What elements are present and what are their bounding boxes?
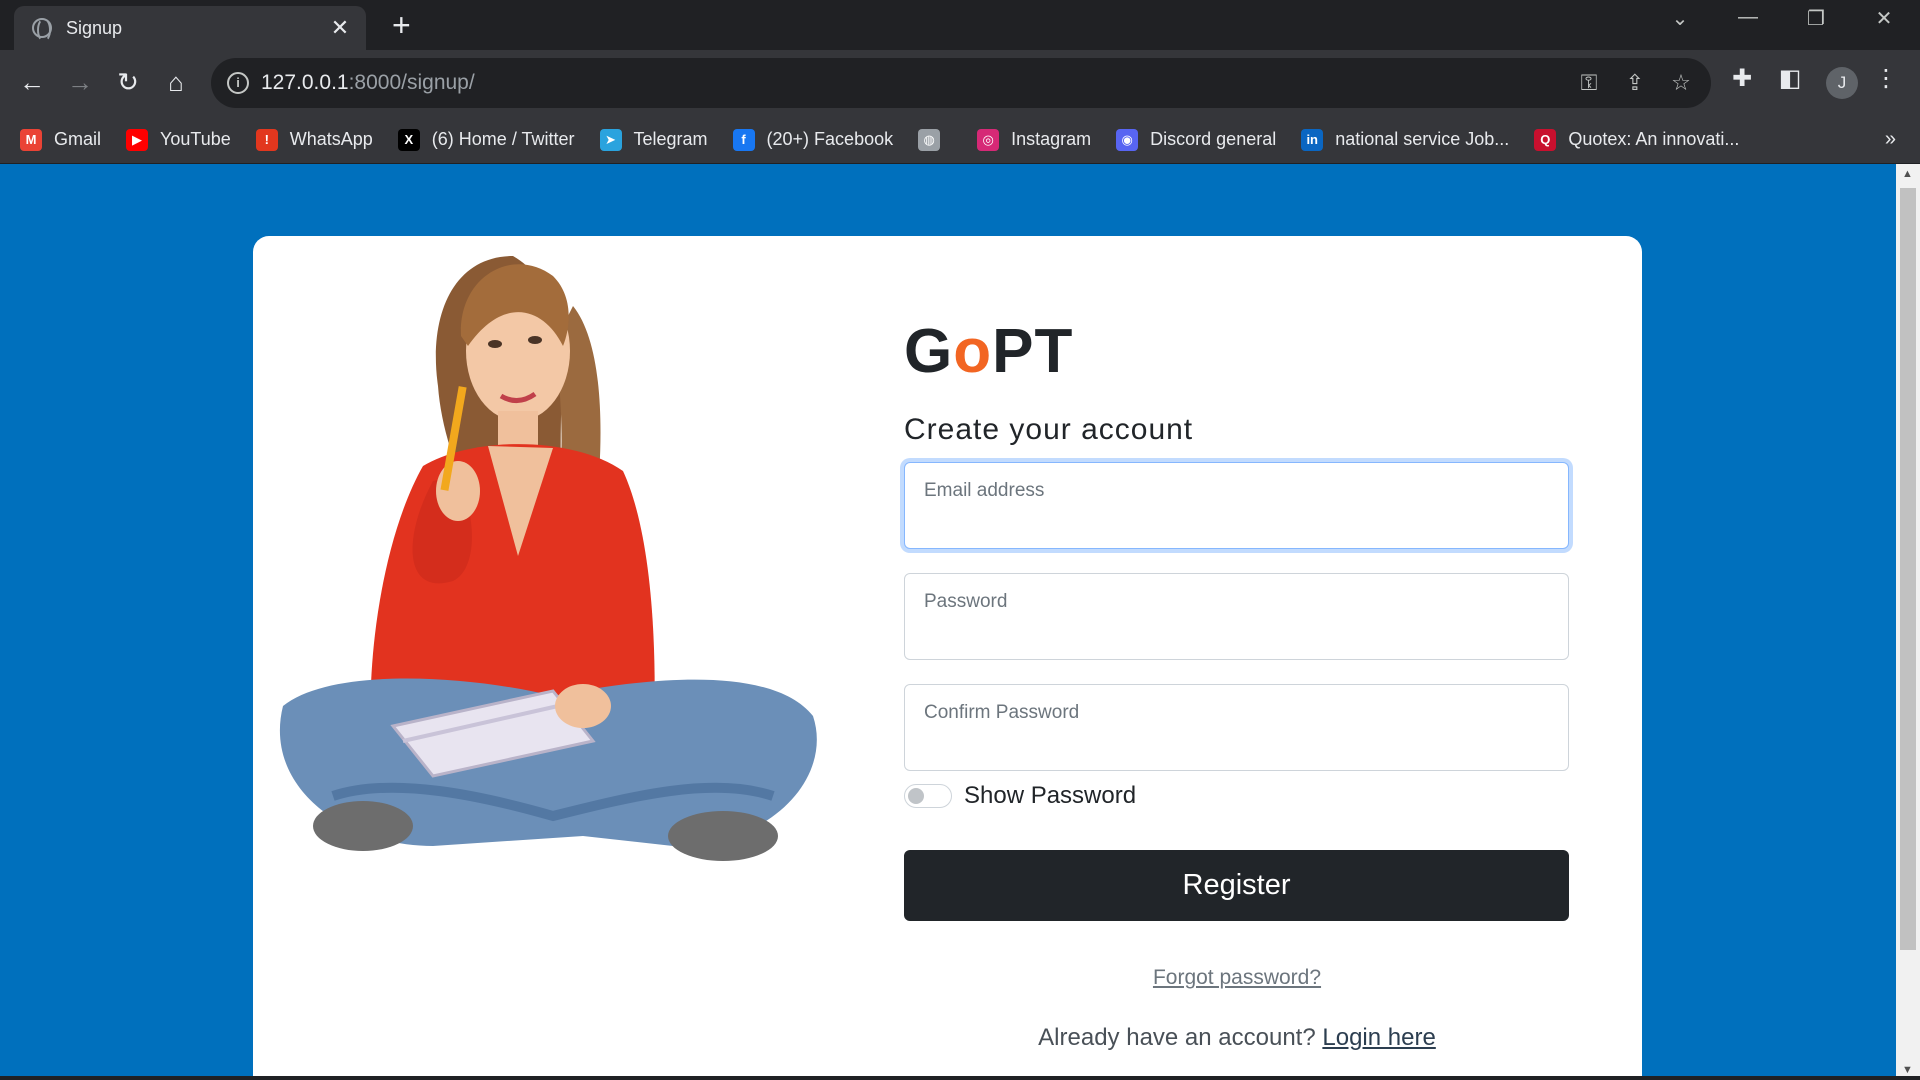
window-bottom-border xyxy=(0,1076,1920,1080)
bookmark-item[interactable]: ! WhatsApp xyxy=(255,128,373,151)
profile-avatar[interactable]: J xyxy=(1826,67,1858,99)
page-viewport: GoPT Create your account Email address P… xyxy=(0,164,1896,1076)
bookmark-item[interactable]: ◎ Instagram xyxy=(977,128,1092,151)
forgot-password-row: Forgot password? xyxy=(904,966,1570,990)
bookmark-item[interactable]: X (6) Home / Twitter xyxy=(397,128,575,151)
show-password-toggle[interactable] xyxy=(904,784,952,808)
share-icon[interactable]: ⇪ xyxy=(1621,70,1649,96)
key-icon[interactable]: ⚿ xyxy=(1575,70,1603,96)
bookmark-label: Gmail xyxy=(54,129,102,149)
bookmark-label: WhatsApp xyxy=(289,129,373,149)
password-field[interactable]: Password xyxy=(904,573,1569,660)
bookmark-label: (6) Home / Twitter xyxy=(431,129,575,149)
scroll-down-icon[interactable]: ▼ xyxy=(1902,1064,1913,1076)
window-close-button[interactable]: ✕ xyxy=(1864,6,1904,31)
globe-icon xyxy=(32,18,52,42)
bookmark-label: Instagram xyxy=(1011,129,1092,149)
tab-strip: Signup ✕ + ⌄ — ❐ ✕ xyxy=(0,0,1920,50)
youtube-icon: ▶ xyxy=(126,128,149,151)
tab-title: Signup xyxy=(66,17,123,38)
show-password-row: Show Password xyxy=(904,782,1570,810)
already-have-account-text: Already have an account? xyxy=(1038,1024,1316,1051)
more-bookmarks-icon[interactable]: » xyxy=(1885,128,1896,151)
restore-button[interactable]: ❐ xyxy=(1796,6,1836,31)
bookmark-label: Quotex: An innovati... xyxy=(1568,129,1740,149)
password-placeholder: Password xyxy=(924,591,1008,612)
email-field[interactable]: Email address xyxy=(904,462,1569,549)
quotex-icon: Q xyxy=(1534,128,1557,151)
minimize-button[interactable]: — xyxy=(1728,6,1768,29)
brand-suffix: PT xyxy=(992,317,1074,386)
bookmark-label: YouTube xyxy=(160,129,231,149)
signup-card: GoPT Create your account Email address P… xyxy=(253,236,1642,1076)
url-text[interactable]: 127.0.0.1:8000/signup/ xyxy=(261,71,475,95)
bookmark-label: Telegram xyxy=(633,129,708,149)
forgot-password-link[interactable]: Forgot password? xyxy=(1153,966,1321,989)
telegram-icon: ➤ xyxy=(599,128,622,151)
globe-icon: ◍ xyxy=(918,128,941,151)
menu-kebab-icon[interactable]: ⋮ xyxy=(1868,64,1904,93)
bookmark-item[interactable]: ➤ Telegram xyxy=(599,128,708,151)
scroll-up-icon[interactable]: ▲ xyxy=(1902,168,1913,180)
page-scrollbar[interactable]: ▲ ▼ xyxy=(1896,164,1920,1080)
bookmark-label: national service Job... xyxy=(1335,129,1510,149)
back-arrow-icon[interactable]: ← xyxy=(14,64,50,100)
bookmark-label: (20+) Facebook xyxy=(766,129,894,149)
tab-search-icon[interactable]: ⌄ xyxy=(1660,6,1700,31)
bookmark-item[interactable]: ◍ xyxy=(918,128,952,151)
url-host: 127.0.0.1 xyxy=(261,71,349,94)
whatsapp-icon: ! xyxy=(255,128,278,151)
student-illustration xyxy=(279,256,817,861)
gmail-icon: M xyxy=(20,128,42,151)
page-title: Create your account xyxy=(904,413,1194,446)
login-link[interactable]: Login here xyxy=(1322,1024,1435,1051)
extensions-puzzle-icon[interactable]: ✚ xyxy=(1724,64,1760,93)
browser-toolbar: ← → ↻ ⌂ i 127.0.0.1:8000/signup/ ⚿ ⇪ ☆ ✚… xyxy=(0,50,1920,116)
tab-signup[interactable]: Signup ✕ xyxy=(14,6,366,50)
confirm-password-field[interactable]: Confirm Password xyxy=(904,684,1569,771)
bookmarks-bar: M Gmail ▶ YouTube! WhatsApp X (6) Home / Twitt… xyxy=(0,116,1920,164)
confirm-password-placeholder: Confirm Password xyxy=(924,702,1080,723)
brand-logo: GoPT xyxy=(904,316,1570,388)
linkedin-icon: in xyxy=(1301,128,1324,151)
login-prompt: Already have an account? Login here xyxy=(904,1024,1570,1052)
discord-icon: ◉ xyxy=(1116,128,1139,151)
reload-icon[interactable]: ↻ xyxy=(110,64,146,100)
url-path: :8000/signup/ xyxy=(348,71,475,94)
bookmark-item[interactable]: M Gmail xyxy=(20,128,102,151)
register-button[interactable]: Register xyxy=(904,850,1569,921)
bookmark-label: Discord general xyxy=(1150,129,1277,149)
home-icon[interactable]: ⌂ xyxy=(158,64,194,100)
bookmark-item[interactable]: f (20+) Facebook xyxy=(732,128,894,151)
side-panel-icon[interactable]: ◧ xyxy=(1772,64,1808,93)
address-bar[interactable]: i 127.0.0.1:8000/signup/ ⚿ ⇪ ☆ xyxy=(211,58,1711,108)
close-tab-icon[interactable]: ✕ xyxy=(328,15,352,41)
new-tab-button[interactable]: + xyxy=(392,9,411,41)
scroll-thumb[interactable] xyxy=(1900,188,1916,950)
bookmark-item[interactable]: ◉ Discord general xyxy=(1116,128,1277,151)
email-placeholder: Email address xyxy=(924,480,1045,501)
brand-accent-letter: o xyxy=(953,317,993,386)
forward-arrow-icon[interactable]: → xyxy=(62,64,98,100)
signup-form: GoPT Create your account Email address P… xyxy=(904,316,1570,1052)
bookmark-item[interactable]: Q Quotex: An innovati... xyxy=(1534,128,1740,151)
star-icon[interactable]: ☆ xyxy=(1667,70,1695,96)
info-icon[interactable]: i xyxy=(227,72,249,94)
instagram-icon: ◎ xyxy=(977,128,1000,151)
show-password-label[interactable]: Show Password xyxy=(964,782,1136,810)
brand-prefix: G xyxy=(904,317,954,386)
facebook-icon: f xyxy=(732,128,755,151)
bookmark-item[interactable]: ▶ YouTube xyxy=(126,128,231,151)
x-twitter-icon: X xyxy=(397,128,420,151)
bookmark-item[interactable]: in national service Job... xyxy=(1301,128,1510,151)
